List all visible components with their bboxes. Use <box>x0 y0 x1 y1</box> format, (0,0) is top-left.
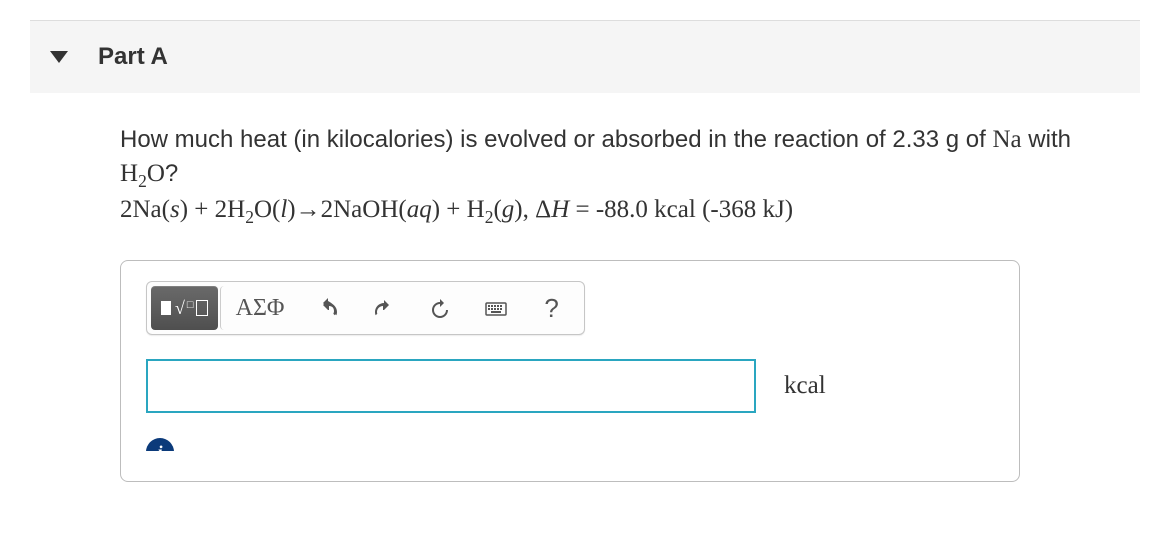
greek-button[interactable]: ΑΣΦ <box>220 286 300 330</box>
feedback-row: i <box>146 437 994 451</box>
question-qmark: ? <box>165 160 178 187</box>
part-title: Part A <box>98 43 168 71</box>
question-prompt: How much heat (in kilocalories) is evolv… <box>120 126 992 153</box>
question-h: H <box>120 160 138 187</box>
question-na: Na <box>992 126 1021 153</box>
answer-row: kcal <box>146 359 994 413</box>
question-with: with <box>1022 126 1071 153</box>
caret-down-icon <box>50 51 68 63</box>
answer-box: √□ ΑΣΦ ? <box>120 260 1020 482</box>
question-o: O <box>147 160 165 187</box>
answer-unit: kcal <box>784 372 826 400</box>
undo-icon <box>316 296 340 320</box>
undo-button[interactable] <box>300 286 356 330</box>
equation: 2Na(s) + 2H2O(l)→2NaOH(aq) + H2(g), ΔH =… <box>120 196 793 223</box>
reset-button[interactable] <box>412 286 468 330</box>
help-button[interactable]: ? <box>524 286 580 330</box>
templates-icon: √□ <box>161 298 208 319</box>
question-h-sub: 2 <box>138 171 147 191</box>
redo-button[interactable] <box>356 286 412 330</box>
templates-button[interactable]: √□ <box>151 286 218 330</box>
info-icon: i <box>146 438 174 451</box>
keyboard-button[interactable] <box>468 286 524 330</box>
reset-icon <box>428 296 452 320</box>
redo-icon <box>372 296 396 320</box>
keyboard-icon <box>484 296 508 320</box>
answer-input[interactable] <box>146 359 756 413</box>
question-area: How much heat (in kilocalories) is evolv… <box>30 123 1140 482</box>
equation-toolbar: √□ ΑΣΦ ? <box>146 281 585 335</box>
part-header[interactable]: Part A <box>30 20 1140 93</box>
question-text: How much heat (in kilocalories) is evolv… <box>120 123 1130 230</box>
